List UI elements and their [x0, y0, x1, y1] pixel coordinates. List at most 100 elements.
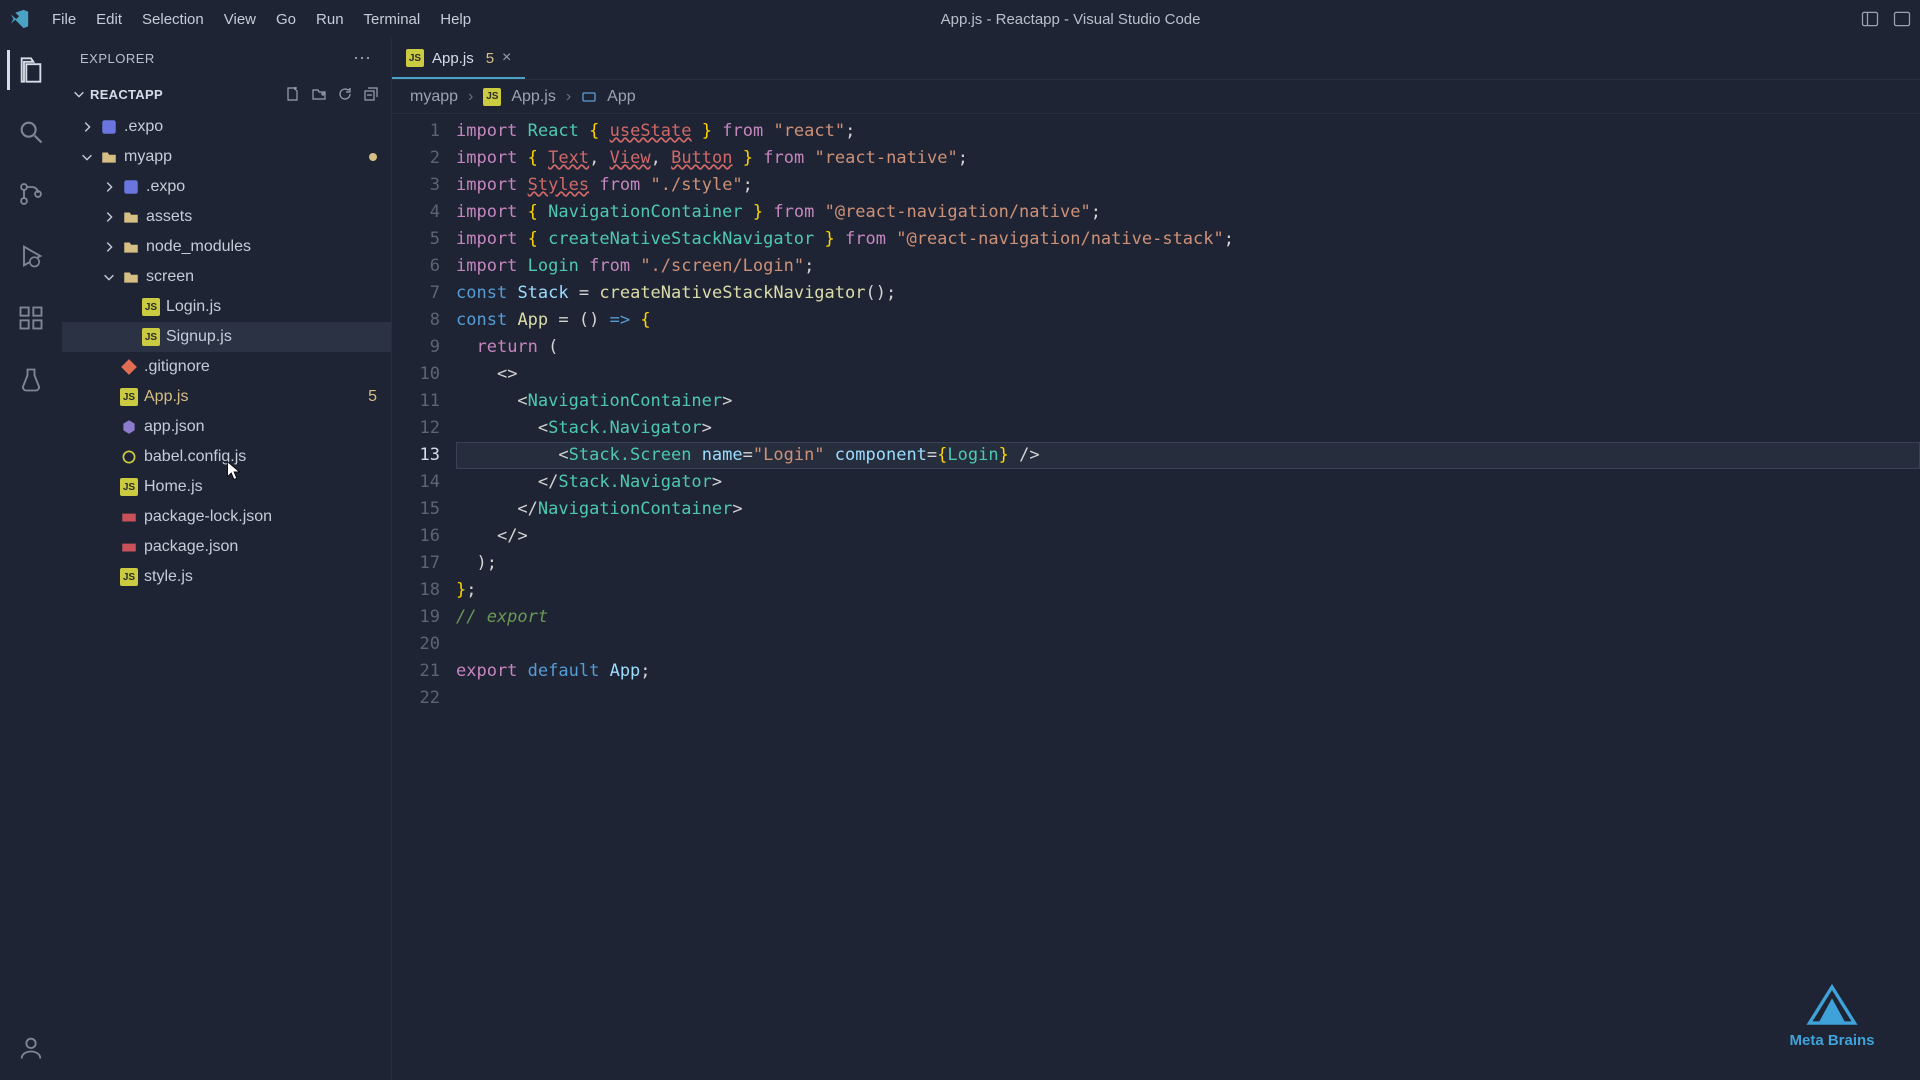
tab-app-js[interactable]: JS App.js 5 × [392, 38, 525, 79]
menu-selection[interactable]: Selection [132, 7, 214, 32]
folder-icon [100, 148, 118, 166]
chevron-right-icon [102, 210, 116, 224]
tree-item-label: babel.config.js [144, 448, 246, 466]
folder--expo[interactable]: .expo [62, 112, 391, 142]
accounts-activity-icon[interactable] [7, 1024, 55, 1072]
file-style-js[interactable]: JS style.js [62, 562, 391, 592]
file-package-json[interactable]: package.json [62, 532, 391, 562]
new-folder-icon[interactable] [311, 86, 327, 102]
sidebar-more-icon[interactable]: ⋯ [353, 48, 373, 69]
editor-group: JS App.js 5 × myapp › JS App.js › App 12… [392, 38, 1920, 1080]
tab-problem-count: 5 [486, 50, 494, 67]
js-file-icon: JS [406, 49, 424, 67]
tree-item-label: package-lock.json [144, 508, 272, 526]
file-babel-config-js[interactable]: babel.config.js [62, 442, 391, 472]
breadcrumb-file[interactable]: App.js [511, 88, 555, 106]
chevron-right-icon [80, 120, 94, 134]
folder--expo[interactable]: .expo [62, 172, 391, 202]
source-control-activity-icon[interactable] [7, 170, 55, 218]
tree-item-label: package.json [144, 538, 238, 556]
tree-item-label: myapp [124, 148, 172, 166]
file-app-json[interactable]: app.json [62, 412, 391, 442]
chevron-down-icon [102, 270, 116, 284]
file-app-js[interactable]: JS App.js 5 [62, 382, 391, 412]
watermark-logo: Meta Brains [1772, 978, 1892, 1058]
js-file-icon: JS [142, 328, 160, 346]
folder-node-modules[interactable]: node_modules [62, 232, 391, 262]
breadcrumb-symbol[interactable]: App [607, 88, 635, 106]
menu-view[interactable]: View [214, 7, 266, 32]
explorer-sidebar: EXPLORER ⋯ REACTAPP .expo myapp .expo asset… [62, 38, 392, 1080]
tree-item-label: assets [146, 208, 192, 226]
explorer-activity-icon[interactable] [7, 46, 55, 94]
expo-icon [122, 178, 140, 196]
js-file-icon: JS [120, 478, 138, 496]
folder-icon [122, 208, 140, 226]
refresh-icon[interactable] [337, 86, 353, 102]
config-icon [120, 448, 138, 466]
js-file-icon: JS [142, 298, 160, 316]
menu-edit[interactable]: Edit [86, 7, 132, 32]
chevron-right-icon: › [468, 88, 473, 106]
testing-activity-icon[interactable] [7, 356, 55, 404]
folder-screen[interactable]: screen [62, 262, 391, 292]
code-content[interactable]: import React { useState } from "react";i… [456, 118, 1920, 1080]
tree-item-label: .expo [124, 118, 163, 136]
close-tab-icon[interactable]: × [502, 49, 511, 67]
collapse-all-icon[interactable] [363, 86, 379, 102]
tree-item-label: app.json [144, 418, 205, 436]
tree-item-label: screen [146, 268, 194, 286]
chevron-right-icon: › [566, 88, 571, 106]
file-signup-js[interactable]: JS Signup.js [62, 322, 391, 352]
run-debug-activity-icon[interactable] [7, 232, 55, 280]
modified-indicator-icon [369, 153, 377, 161]
file-home-js[interactable]: JS Home.js [62, 472, 391, 502]
window-title: App.js - Reactapp - Visual Studio Code [287, 11, 1854, 28]
tree-item-label: .gitignore [144, 358, 210, 376]
search-activity-icon[interactable] [7, 108, 55, 156]
extensions-activity-icon[interactable] [7, 294, 55, 342]
tree-item-label: Signup.js [166, 328, 232, 346]
tab-label: App.js [432, 50, 474, 67]
vscode-logo-icon [8, 8, 30, 30]
folder-icon [122, 268, 140, 286]
file-tree: .expo myapp .expo assets node_modulesscreen J… [62, 110, 391, 594]
npm-icon [120, 538, 138, 556]
breadcrumb-folder[interactable]: myapp [410, 88, 458, 106]
file-package-lock-json[interactable]: package-lock.json [62, 502, 391, 532]
file--gitignore[interactable]: .gitignore [62, 352, 391, 382]
line-numbers: 12345678910111213141516171819202122 [392, 118, 456, 1080]
layout-sidebar-icon[interactable] [1860, 9, 1880, 29]
folder-myapp[interactable]: myapp [62, 142, 391, 172]
activity-bar [0, 38, 62, 1080]
js-file-icon: JS [120, 388, 138, 406]
tree-item-label: Login.js [166, 298, 221, 316]
tree-item-label: App.js [144, 388, 188, 406]
chevron-right-icon [102, 240, 116, 254]
tree-item-label: node_modules [146, 238, 251, 256]
appjson-icon [120, 418, 138, 436]
menu-file[interactable]: File [42, 7, 86, 32]
sidebar-title: EXPLORER ⋯ [62, 38, 391, 78]
expo-icon [100, 118, 118, 136]
npm-icon [120, 508, 138, 526]
chevron-right-icon [102, 180, 116, 194]
problem-badge: 5 [368, 388, 377, 406]
symbol-variable-icon [581, 89, 597, 105]
js-file-icon: JS [483, 88, 501, 106]
js-file-icon: JS [120, 568, 138, 586]
project-header[interactable]: REACTAPP [62, 78, 391, 110]
git-icon [120, 358, 138, 376]
titlebar: FileEditSelectionViewGoRunTerminalHelp A… [0, 0, 1920, 38]
folder-icon [122, 238, 140, 256]
file-login-js[interactable]: JS Login.js [62, 292, 391, 322]
tree-item-label: style.js [144, 568, 193, 586]
breadcrumb[interactable]: myapp › JS App.js › App [392, 80, 1920, 114]
chevron-down-icon [80, 150, 94, 164]
folder-assets[interactable]: assets [62, 202, 391, 232]
layout-panel-icon[interactable] [1892, 9, 1912, 29]
tree-item-label: Home.js [144, 478, 203, 496]
chevron-down-icon [72, 87, 86, 101]
new-file-icon[interactable] [285, 86, 301, 102]
editor-tabs: JS App.js 5 × [392, 38, 1920, 80]
